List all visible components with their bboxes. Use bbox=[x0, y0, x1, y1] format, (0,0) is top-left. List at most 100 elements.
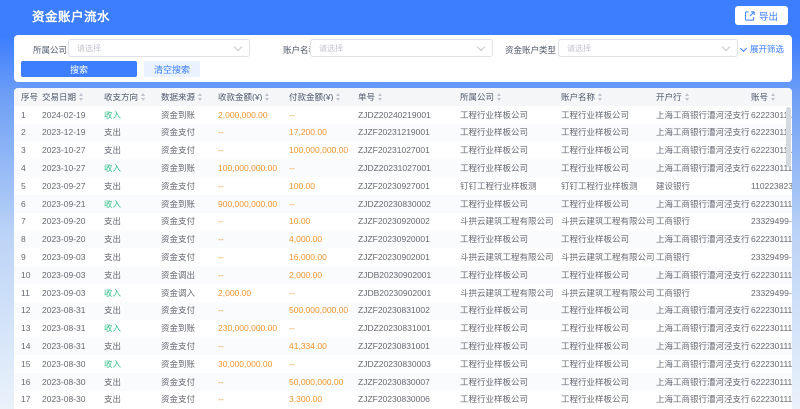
cell-account_name: 工程行业样板公司 bbox=[561, 164, 656, 173]
cell-bank: 上海工商银行漕河泾支行 bbox=[656, 128, 751, 137]
cell-receipt: 100,000,000.00 bbox=[218, 164, 289, 173]
sort-icon[interactable] bbox=[198, 93, 202, 101]
sort-icon[interactable] bbox=[497, 93, 501, 101]
cell-receipt: -- bbox=[218, 378, 289, 387]
column-header-date[interactable]: 交易日期 bbox=[42, 93, 104, 102]
column-label: 账号 bbox=[751, 93, 768, 102]
clear-search-button[interactable]: 清空搜索 bbox=[144, 61, 200, 77]
company-select[interactable]: 请选择 bbox=[68, 39, 250, 57]
table-row: 102023-09-03支出资金调出--2,000.00ZJDB20230902… bbox=[14, 266, 792, 284]
sort-icon[interactable] bbox=[141, 93, 145, 101]
column-header-direction[interactable]: 收支方向 bbox=[104, 93, 161, 102]
page-title: 资金账户流水 bbox=[32, 6, 110, 25]
cell-payment: 41,334.00 bbox=[289, 342, 358, 351]
sort-icon[interactable] bbox=[79, 93, 83, 101]
sort-icon[interactable] bbox=[771, 93, 775, 101]
table-row: 122023-08-31支出资金支付--500,000,000.00ZJZF20… bbox=[14, 302, 792, 320]
sort-icon[interactable] bbox=[378, 93, 382, 101]
column-header-account_name[interactable]: 账户名称 bbox=[561, 93, 656, 102]
cell-date: 2023-09-21 bbox=[42, 200, 104, 209]
cell-bank: 上海工商银行漕河泾支行 bbox=[656, 306, 751, 315]
column-header-payment[interactable]: 付款金额(¥) bbox=[289, 93, 358, 102]
cell-direction: 支出 bbox=[104, 378, 161, 387]
cell-company: 工程行业样板公司 bbox=[460, 146, 561, 155]
column-header-source[interactable]: 数据来源 bbox=[161, 93, 218, 102]
table-row: 52023-09-27支出资金支付--100.00ZJZF20230927001… bbox=[14, 177, 792, 195]
cell-source: 资金调入 bbox=[161, 289, 218, 298]
cell-date: 2023-10-27 bbox=[42, 146, 104, 155]
cell-bank: 工商银行 bbox=[656, 289, 751, 298]
cell-date: 2023-10-27 bbox=[42, 164, 104, 173]
cell-date: 2024-02-19 bbox=[42, 111, 104, 120]
account-type-select[interactable]: 请选择 bbox=[558, 39, 738, 57]
cell-account_name: 斗拱云建筑工程有限公司 bbox=[561, 289, 656, 298]
cell-source: 资金支付 bbox=[161, 128, 218, 137]
cell-receipt: 900,000,000.00 bbox=[218, 200, 289, 209]
cell-bank: 工商银行 bbox=[656, 217, 751, 226]
cell-direction: 支出 bbox=[104, 271, 161, 280]
cell-order_no: ZJZF20230831001 bbox=[358, 342, 460, 351]
cell-company: 工程行业样板公司 bbox=[460, 271, 561, 280]
account-name-select[interactable]: 请选择 bbox=[310, 39, 493, 57]
cell-date: 2023-08-30 bbox=[42, 360, 104, 369]
transactions-table: 序号交易日期收支方向数据来源收款金额(¥)付款金额(¥)单号所属公司账户名称开户… bbox=[14, 88, 792, 409]
column-label: 数据来源 bbox=[161, 93, 195, 102]
cell-company: 斗拱云建筑工程有限公司 bbox=[460, 253, 561, 262]
cell-company: 工程行业样板公司 bbox=[460, 342, 561, 351]
cell-index: 9 bbox=[21, 253, 42, 262]
sort-icon[interactable] bbox=[336, 93, 340, 101]
expand-filter-link[interactable]: 展开筛选 bbox=[741, 43, 784, 55]
cell-payment: 100,000,000.00 bbox=[289, 146, 358, 155]
cell-source: 资金到账 bbox=[161, 164, 218, 173]
cell-payment: 50,000,000.00 bbox=[289, 378, 358, 387]
cell-account_name: 工程行业样板公司 bbox=[561, 324, 656, 333]
column-label: 单号 bbox=[358, 93, 375, 102]
cell-company: 工程行业样板公司 bbox=[460, 324, 561, 333]
cell-receipt: -- bbox=[218, 235, 289, 244]
scrollbar[interactable] bbox=[786, 107, 791, 409]
cell-order_no: ZJZF20231027001 bbox=[358, 146, 460, 155]
cell-receipt: 2,000.00 bbox=[218, 289, 289, 298]
cell-account_name: 工程行业样板公司 bbox=[561, 360, 656, 369]
cell-direction: 收入 bbox=[104, 360, 161, 369]
cell-order_no: ZJZF20230902001 bbox=[358, 253, 460, 262]
cell-direction: 支出 bbox=[104, 182, 161, 191]
column-header-account_no[interactable]: 账号 bbox=[751, 93, 792, 102]
cell-bank: 工商银行 bbox=[656, 253, 751, 262]
table-row: 62023-09-21收入资金到账900,000,000.00--ZJDZ202… bbox=[14, 195, 792, 213]
cell-order_no: ZJDZ20231027001 bbox=[358, 164, 460, 173]
cell-bank: 上海工商银行漕河泾支行 bbox=[656, 235, 751, 244]
cell-index: 16 bbox=[21, 378, 42, 387]
cell-date: 2023-08-31 bbox=[42, 342, 104, 351]
column-label: 开户行 bbox=[656, 93, 682, 102]
cell-date: 2023-09-03 bbox=[42, 271, 104, 280]
column-header-bank[interactable]: 开户行 bbox=[656, 93, 751, 102]
table-row: 22023-12-19支出资金支付--17,200.00ZJZF20231219… bbox=[14, 124, 792, 142]
cell-index: 11 bbox=[21, 289, 42, 298]
column-label: 收支方向 bbox=[104, 93, 138, 102]
cell-bank: 上海工商银行漕河泾支行 bbox=[656, 111, 751, 120]
sort-icon[interactable] bbox=[685, 93, 689, 101]
cell-order_no: ZJDZ20230830003 bbox=[358, 360, 460, 369]
cell-order_no: ZJDZ20240219001 bbox=[358, 111, 460, 120]
cell-payment: -- bbox=[289, 200, 358, 209]
scrollbar-thumb[interactable] bbox=[786, 107, 791, 167]
chevron-down-icon bbox=[740, 44, 747, 51]
cell-date: 2023-09-20 bbox=[42, 235, 104, 244]
column-header-order_no[interactable]: 单号 bbox=[358, 93, 460, 102]
export-button[interactable]: 导出 bbox=[735, 6, 788, 25]
sort-icon[interactable] bbox=[265, 93, 269, 101]
search-button[interactable]: 搜索 bbox=[21, 61, 137, 77]
cell-order_no: ZJZF20230920002 bbox=[358, 217, 460, 226]
sort-icon[interactable] bbox=[598, 93, 602, 101]
account-type-select-placeholder: 请选择 bbox=[567, 43, 717, 54]
column-label: 所属公司 bbox=[460, 93, 494, 102]
cell-bank: 上海工商银行漕河泾支行 bbox=[656, 395, 751, 404]
cell-source: 资金支付 bbox=[161, 182, 218, 191]
cell-receipt: -- bbox=[218, 128, 289, 137]
table-body: 12024-02-19收入资金到账2,000,000.00--ZJDZ20240… bbox=[14, 106, 792, 409]
column-header-company[interactable]: 所属公司 bbox=[460, 93, 561, 102]
cell-date: 2023-08-30 bbox=[42, 395, 104, 404]
cell-index: 14 bbox=[21, 342, 42, 351]
column-header-receipt[interactable]: 收款金额(¥) bbox=[218, 93, 289, 102]
